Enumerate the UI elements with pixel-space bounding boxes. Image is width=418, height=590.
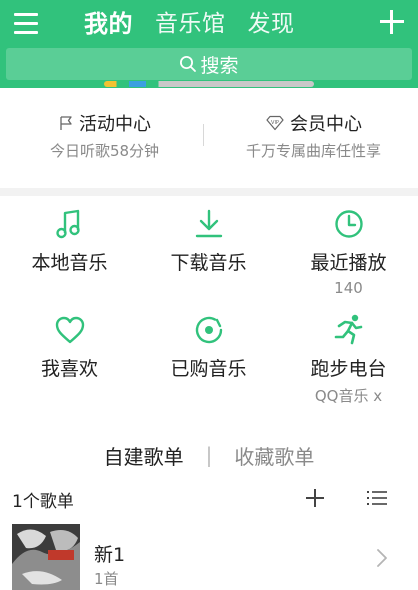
activity-center-title: 活动中心 <box>79 114 151 135</box>
recent-play[interactable]: 最近播放 140 <box>279 206 418 297</box>
manage-list-icon[interactable] <box>366 488 388 508</box>
add-playlist-icon[interactable] <box>306 489 324 507</box>
local-music[interactable]: 本地音乐 <box>0 206 139 276</box>
menu-icon[interactable] <box>12 10 42 38</box>
my-favorites-label: 我喜欢 <box>40 358 98 380</box>
section-divider <box>0 188 418 196</box>
music-note-icon <box>52 206 88 242</box>
runner-icon <box>331 312 367 348</box>
logo-strip <box>104 81 314 91</box>
purchased-music-label: 已购音乐 <box>170 358 247 380</box>
playlist-tabs: 自建歌单 | 收藏歌单 <box>0 438 418 472</box>
running-radio[interactable]: 跑步电台 QQ音乐 x <box>279 312 418 406</box>
tab-collected-playlists[interactable]: 收藏歌单 <box>234 441 314 470</box>
top-bar: 我的 音乐馆 发现 搜索 <box>0 0 418 88</box>
purchased-music[interactable]: 已购音乐 <box>139 312 278 382</box>
top-tabs: 我的 音乐馆 发现 <box>84 6 295 42</box>
tab-discover[interactable]: 发现 <box>248 6 295 42</box>
center-divider <box>203 124 204 146</box>
running-radio-label: 跑步电台 <box>310 358 387 380</box>
playlist-header: 1个歌单 <box>0 484 418 514</box>
activity-center-subtitle: 今日听歌58分钟 <box>49 142 160 160</box>
recent-play-label: 最近播放 <box>310 252 387 274</box>
recent-play-count: 140 <box>334 279 363 297</box>
heart-icon <box>52 312 88 348</box>
search-label: 搜索 <box>200 54 239 77</box>
vip-center[interactable]: VIP 会员中心 千万专属曲库任性享 <box>209 96 418 186</box>
center-row: 活动中心 今日听歌58分钟 VIP 会员中心 千万专属曲库任性享 <box>0 96 418 186</box>
tab-own-playlists[interactable]: 自建歌单 <box>104 441 184 470</box>
playlist-cover <box>12 524 80 590</box>
playlist-count: 1个歌单 <box>12 492 74 512</box>
playlist-tab-separator: | <box>205 443 213 467</box>
clock-icon <box>331 206 367 242</box>
running-radio-sub: QQ音乐 x <box>314 387 383 405</box>
playlist-row[interactable]: 新1 1首 <box>0 524 418 590</box>
download-icon <box>191 206 227 242</box>
disc-icon <box>191 312 227 348</box>
tab-mine[interactable]: 我的 <box>84 6 133 42</box>
tab-music-hall[interactable]: 音乐馆 <box>155 6 226 42</box>
activity-center[interactable]: 活动中心 今日听歌58分钟 <box>0 96 209 186</box>
playlist-track-count: 1首 <box>94 570 119 588</box>
vip-icon: VIP <box>266 115 284 131</box>
vip-center-title: 会员中心 <box>290 114 362 135</box>
svg-text:VIP: VIP <box>271 120 279 126</box>
local-music-label: 本地音乐 <box>31 252 108 274</box>
vip-center-subtitle: 千万专属曲库任性享 <box>245 142 381 160</box>
search-icon <box>180 56 197 72</box>
flag-icon <box>60 116 72 130</box>
plus-icon[interactable] <box>380 10 404 34</box>
search-bar[interactable]: 搜索 <box>6 48 412 80</box>
download-music-label: 下载音乐 <box>170 252 247 274</box>
chevron-right-icon <box>377 549 387 567</box>
my-favorites[interactable]: 我喜欢 <box>0 312 139 382</box>
download-music[interactable]: 下载音乐 <box>139 206 278 276</box>
playlist-name: 新1 <box>94 544 126 566</box>
